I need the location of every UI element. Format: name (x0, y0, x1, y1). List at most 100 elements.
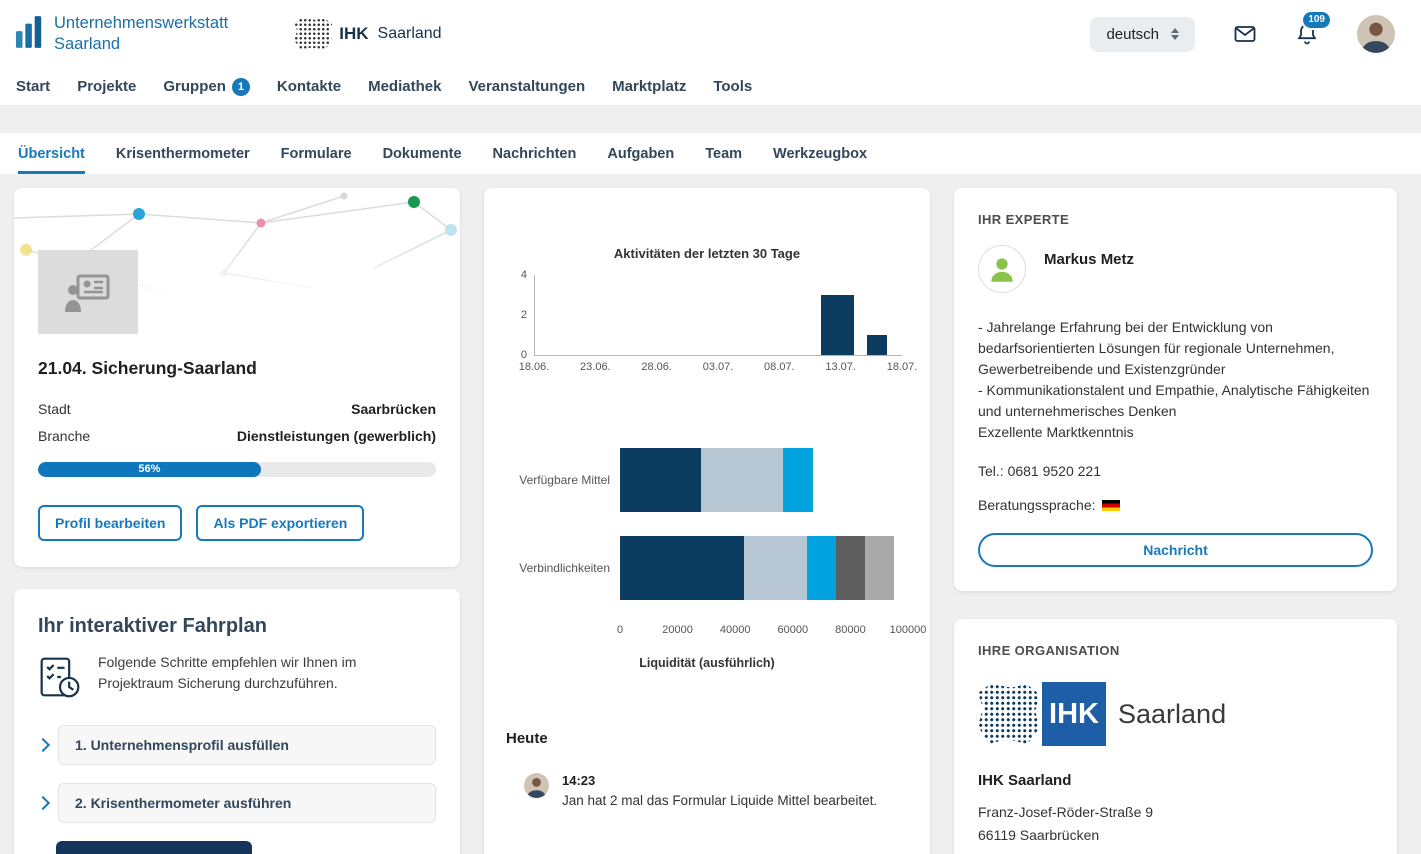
liquidity-x-axis: 020000400006000080000100000 (620, 624, 908, 642)
chevron-right-icon (36, 738, 50, 752)
german-flag-icon (1102, 500, 1120, 511)
bar-segment (783, 448, 813, 512)
liquidity-category-label: Verbindlichkeiten (506, 561, 620, 575)
activity-bar (821, 295, 854, 355)
axis-tick-label: 18.07. (887, 361, 918, 373)
expert-card: IHR EXPERTE Markus Metz - Jahrelange Erf… (954, 188, 1397, 591)
activity-chart-title: Aktivitäten der letzten 30 Tage (506, 246, 908, 261)
notification-count-badge: 109 (1301, 10, 1332, 30)
liquidity-chart-title: Liquidität (ausführlich) (506, 656, 908, 670)
tab-dokumente[interactable]: Dokumente (383, 133, 462, 174)
ihk-organisation-logo: IHK Saarland (978, 682, 1373, 746)
axis-tick-label: 03.07. (703, 361, 734, 373)
address-line: 66119 Saarbrücken (978, 824, 1373, 847)
tab-aufgaben[interactable]: Aufgaben (607, 133, 674, 174)
field-value: Dienstleistungen (gewerblich) (237, 428, 436, 444)
brand-logo[interactable]: Unternehmenswerkstatt Saarland (16, 13, 228, 54)
activity-bar (867, 335, 887, 355)
ihk-logo-region: Saarland (1118, 699, 1226, 730)
liquidity-stacked-bar (620, 536, 908, 600)
tab-werkzeugbox[interactable]: Werkzeugbox (773, 133, 867, 174)
feed-user-avatar (524, 773, 549, 798)
field-label: Branche (38, 428, 90, 444)
expert-bio-line: - Kommunikationstalent und Empathie, Ana… (978, 380, 1373, 422)
export-pdf-button[interactable]: Als PDF exportieren (196, 505, 364, 541)
right-column: IHR EXPERTE Markus Metz - Jahrelange Erf… (954, 188, 1397, 854)
liquidity-row: Verbindlichkeiten (506, 536, 908, 600)
nav-item-projekte[interactable]: Projekte (77, 78, 136, 95)
edit-profile-button[interactable]: Profil bearbeiten (38, 505, 182, 541)
nav-item-tools[interactable]: Tools (713, 78, 752, 95)
nav-item-veranstaltungen[interactable]: Veranstaltungen (468, 78, 585, 95)
activity-card: Aktivitäten der letzten 30 Tage 420 18.0… (484, 188, 930, 854)
roadmap-description: Folgende Schritte empfehlen wir Ihnen im… (98, 652, 418, 694)
profile-progress-bar: 56% (38, 462, 436, 477)
project-thumbnail (38, 250, 138, 334)
roadmap-step-1[interactable]: 1. Unternehmensprofil ausfüllen (38, 725, 436, 765)
project-buttons: Profil bearbeiten Als PDF exportieren (38, 505, 436, 541)
nav-item-kontakte[interactable]: Kontakte (277, 78, 341, 95)
nav-item-mediathek[interactable]: Mediathek (368, 78, 441, 95)
expert-avatar-icon (978, 245, 1026, 293)
project-fields: Stadt Saarbrücken Branche Dienstleistung… (38, 401, 436, 444)
bar-segment (807, 536, 836, 600)
mail-icon[interactable] (1233, 22, 1257, 46)
feed-entry: 14:23 Jan hat 2 mal das Formular Liquide… (506, 773, 908, 808)
axis-tick-label: 13.07. (825, 361, 856, 373)
address-line: Franz-Josef-Röder-Straße 9 (978, 801, 1373, 824)
notifications-bell-icon[interactable]: 109 (1295, 22, 1319, 46)
activity-x-axis: 18.06.23.06.28.06.03.07.08.07.13.07.18.0… (534, 356, 902, 376)
activity-y-axis: 420 (512, 275, 534, 355)
axis-tick-label: 20000 (662, 624, 693, 636)
liquidity-stacked-bar (620, 448, 908, 512)
roadmap-step-2[interactable]: 2. Krisenthermometer ausführen (38, 783, 436, 823)
gruppen-count-badge: 1 (232, 78, 250, 96)
checklist-clock-icon (38, 652, 82, 707)
field-value: Saarbrücken (351, 401, 436, 417)
nav-item-marktplatz[interactable]: Marktplatz (612, 78, 686, 95)
roadmap-step-partial[interactable] (56, 841, 252, 854)
bar-segment (836, 536, 865, 600)
step-label: 1. Unternehmensprofil ausfüllen (58, 725, 436, 765)
tab-formulare[interactable]: Formulare (281, 133, 352, 174)
header-left: Unternehmenswerkstatt Saarland IHK Saarl… (16, 13, 442, 54)
tab-team[interactable]: Team (705, 133, 742, 174)
bar-segment (865, 536, 894, 600)
saarland-map-icon (294, 18, 332, 50)
axis-tick-label: 2 (521, 309, 527, 321)
axis-tick-label: 60000 (778, 624, 809, 636)
project-title: 21.04. Sicherung-Saarland (38, 358, 436, 379)
user-avatar[interactable] (1357, 15, 1395, 53)
message-button[interactable]: Nachricht (978, 533, 1373, 567)
axis-tick-label: 80000 (835, 624, 866, 636)
nav-item-gruppen[interactable]: Gruppen 1 (163, 78, 250, 96)
page: Unternehmenswerkstatt Saarland IHK Saarl… (0, 0, 1421, 854)
axis-tick-label: 0 (521, 349, 527, 361)
roadmap-steps: 1. Unternehmensprofil ausfüllen 2. Krise… (38, 725, 436, 854)
chevron-right-icon (36, 796, 50, 810)
axis-tick-label: 18.06. (519, 361, 550, 373)
activity-plot (534, 275, 902, 356)
ihk-logo-text: IHK (339, 24, 368, 44)
content-area: 21.04. Sicherung-Saarland Stadt Saarbrüc… (0, 174, 1421, 854)
axis-tick-label: 100000 (890, 624, 927, 636)
expert-bio: - Jahrelange Erfahrung bei der Entwicklu… (978, 317, 1373, 443)
axis-tick-label: 28.06. (641, 361, 672, 373)
bar-segment (744, 536, 807, 600)
field-row-branche: Branche Dienstleistungen (gewerblich) (38, 428, 436, 444)
axis-tick-label: 08.07. (764, 361, 795, 373)
expert-profile: Markus Metz (978, 245, 1373, 293)
saarland-map-icon (978, 684, 1040, 744)
language-selector[interactable]: deutsch (1090, 17, 1195, 52)
liquidity-chart: Verfügbare MittelVerbindlichkeiten 02000… (506, 448, 908, 670)
nav-item-start[interactable]: Start (16, 78, 50, 95)
feed-entry-content: 14:23 Jan hat 2 mal das Formular Liquide… (562, 773, 877, 808)
top-header: Unternehmenswerkstatt Saarland IHK Saarl… (0, 0, 1421, 68)
tab-krisenthermometer[interactable]: Krisenthermometer (116, 133, 250, 174)
tab-nachrichten[interactable]: Nachrichten (493, 133, 577, 174)
organisation-card: IHRE ORGANISATION IHK Saarland IHK Saarl… (954, 619, 1397, 854)
feed-entry-text: Jan hat 2 mal das Formular Liquide Mitte… (562, 793, 877, 808)
axis-tick-label: 4 (521, 269, 527, 281)
profile-progress-fill: 56% (38, 462, 261, 477)
tab-uebersicht[interactable]: Übersicht (18, 133, 85, 174)
